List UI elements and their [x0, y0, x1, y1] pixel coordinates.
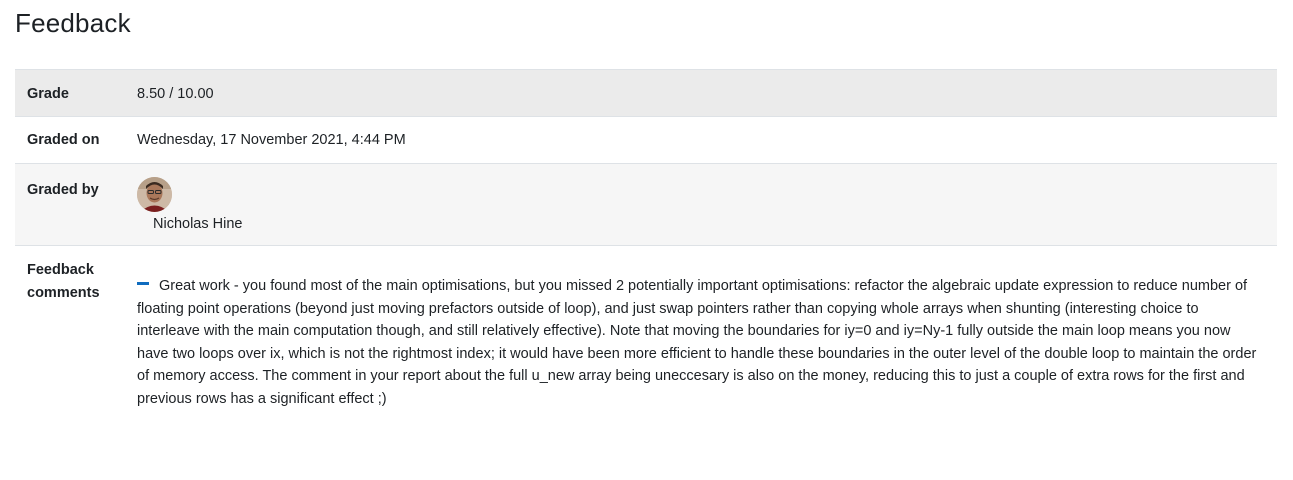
page-title: Feedback: [15, 8, 131, 38]
feedback-comment-text: Great work - you found most of the main …: [137, 278, 1257, 407]
user-avatar-icon: [137, 177, 172, 212]
graded-by-row: Graded by Nicholas Hine: [15, 163, 1277, 246]
graded-by-cell: Nicholas Hine: [137, 163, 1277, 246]
graded-on-value: Wednesday, 17 November 2021, 4:44 PM: [137, 116, 1277, 164]
graded-on-row: Graded on Wednesday, 17 November 2021, 4…: [15, 116, 1277, 164]
graded-by-label: Graded by: [15, 163, 137, 246]
grader-name: Nicholas Hine: [153, 216, 243, 232]
user-avatar[interactable]: [137, 177, 172, 212]
feedback-comments-row: Feedback comments Great work - you found…: [15, 245, 1277, 410]
grade-value: 8.50 / 10.00: [137, 69, 1277, 117]
feedback-comments-label-line2: comments: [27, 285, 100, 301]
grade-row: Grade 8.50 / 10.00: [15, 69, 1277, 117]
feedback-comments-label-line1: Feedback: [27, 262, 94, 278]
feedback-table: Grade 8.50 / 10.00 Graded on Wednesday, …: [15, 69, 1277, 410]
grade-label: Grade: [15, 69, 137, 117]
feedback-comments-label: Feedback comments: [15, 245, 137, 410]
graded-on-label: Graded on: [15, 116, 137, 164]
feedback-comments-cell: Great work - you found most of the main …: [137, 245, 1277, 410]
minus-icon[interactable]: [137, 282, 149, 286]
